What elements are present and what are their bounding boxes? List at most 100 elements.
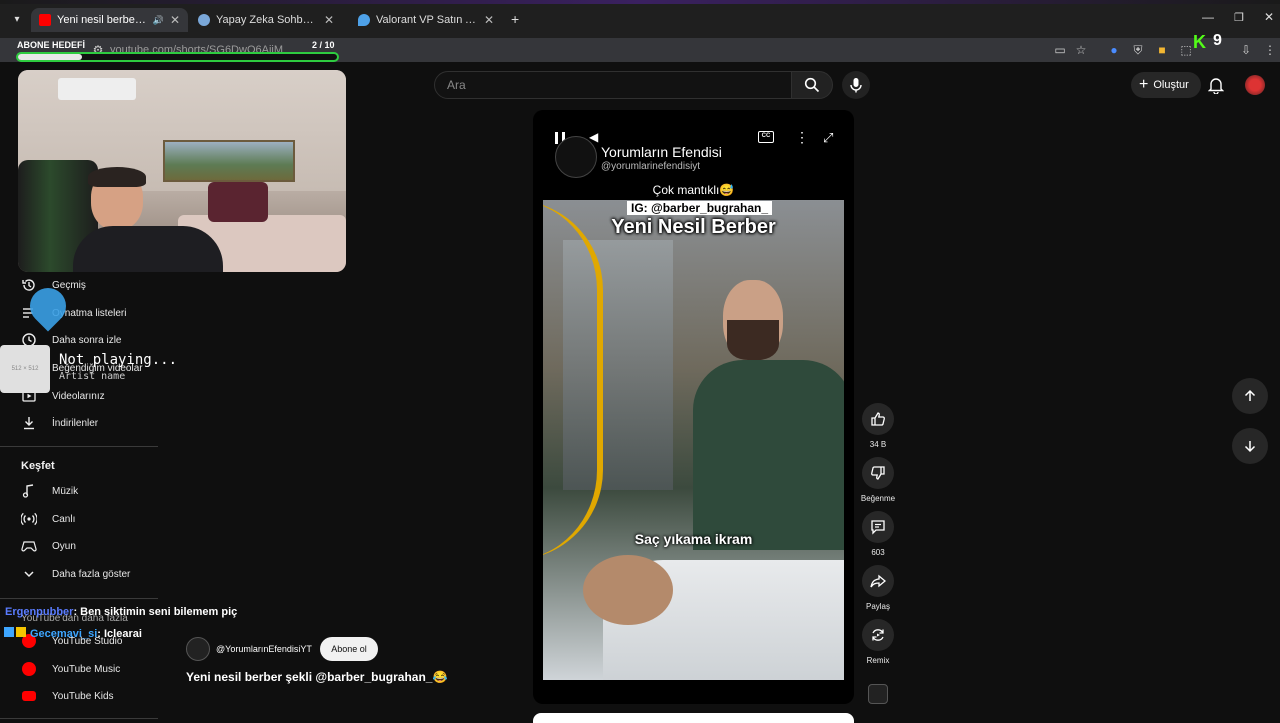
- browser-menu-icon[interactable]: ⋮: [1262, 42, 1278, 58]
- channel-handle: @yorumlarinefendisiyt: [601, 161, 701, 172]
- sound-source-avatar[interactable]: [868, 684, 888, 704]
- download-icon: [20, 414, 38, 432]
- thumb-down-icon: [871, 466, 885, 480]
- video-client-head: [583, 555, 673, 625]
- chat-username: Ergenpubber: [5, 606, 74, 618]
- extension-yellow-icon[interactable]: ■: [1154, 42, 1170, 58]
- search-box[interactable]: [434, 71, 792, 99]
- sidebar-divider: [0, 718, 158, 719]
- arrow-down-icon: [1244, 441, 1256, 453]
- top-accent-strip: [0, 0, 1280, 4]
- close-window-icon[interactable]: ✕: [1264, 10, 1274, 24]
- tab-search-button[interactable]: ▾: [8, 12, 26, 28]
- music-album-art: 512 × 512: [0, 345, 50, 393]
- sidebar-item-downloads[interactable]: İndirilenler: [20, 411, 98, 435]
- create-button[interactable]: + Oluştur: [1131, 72, 1201, 98]
- bookmark-star-icon[interactable]: ☆: [1073, 42, 1089, 58]
- channel-name: Yorumların Efendisi: [601, 144, 722, 160]
- plus-icon: +: [1139, 76, 1149, 93]
- tab-valorant[interactable]: Valorant VP Satın Al - En Ucuz VP ✕: [350, 8, 502, 32]
- captions-icon[interactable]: CC: [758, 131, 774, 143]
- sidebar-item-label: YouTube Music: [52, 663, 121, 675]
- owner-avatar[interactable]: [186, 637, 210, 661]
- sidebar-item-label: Videolarınız: [52, 390, 105, 402]
- video-caption-top: Çok mantıklı😅: [652, 183, 735, 197]
- sidebar-item-live[interactable]: Canlı: [20, 507, 75, 531]
- subscriber-goal-count: 2 / 10: [312, 40, 335, 50]
- video-subtitle-overlay: Saç yıkama ikram: [634, 531, 753, 547]
- downloads-icon[interactable]: ⇩: [1238, 42, 1254, 58]
- search-input[interactable]: [435, 72, 791, 98]
- more-options-icon[interactable]: ⋮: [795, 129, 809, 146]
- previous-short-button[interactable]: [1232, 378, 1268, 414]
- youtube-favicon-icon: [39, 14, 51, 26]
- extension-shield-icon[interactable]: ⛨: [1130, 42, 1146, 58]
- sidebar-item-music[interactable]: Müzik: [20, 479, 78, 503]
- sidebar-divider: [0, 446, 158, 447]
- new-tab-icon[interactable]: +: [511, 11, 519, 27]
- sidebar-item-label: Müzik: [52, 485, 79, 497]
- globe-favicon-icon: [198, 14, 210, 26]
- speaker-icon: 🔊: [152, 14, 164, 25]
- sidebar-item-label: Geçmiş: [52, 279, 86, 291]
- subscribe-button[interactable]: Abone ol: [320, 637, 378, 661]
- music-artist: Artist name: [59, 371, 126, 382]
- sidebar-item-label: Daha fazla göster: [52, 568, 131, 580]
- video-ig-tag: IG: @barber_bugrahan_: [627, 201, 773, 215]
- sidebar-item-youtube-music[interactable]: YouTube Music: [20, 657, 120, 681]
- sidebar-divider: [0, 598, 158, 599]
- create-label: Oluştur: [1153, 79, 1189, 91]
- explore-heading: Keşfet: [21, 460, 55, 472]
- arrow-up-icon: [1244, 389, 1256, 401]
- comments-button[interactable]: [862, 511, 894, 543]
- cast-icon[interactable]: ▭: [1052, 42, 1068, 58]
- kick-logo-icon: K: [1193, 32, 1206, 52]
- chevron-down-icon: [20, 565, 38, 583]
- chat-text: : Ben siktimin seni bilemem piç: [73, 606, 238, 618]
- sidebar-item-gaming[interactable]: Oyun: [20, 534, 76, 558]
- close-tab-icon[interactable]: ✕: [484, 13, 494, 27]
- like-button[interactable]: [862, 403, 894, 435]
- remix-icon: [872, 629, 884, 641]
- thumb-up-icon: [871, 412, 885, 426]
- comment-count: 603: [871, 548, 885, 557]
- comment-icon: [871, 520, 885, 535]
- minimize-icon[interactable]: —: [1202, 10, 1214, 24]
- webcam-person: [73, 167, 223, 272]
- video-frame[interactable]: IG: @barber_bugrahan_ Yeni Nesil Berber …: [543, 200, 844, 680]
- voice-search-button[interactable]: [842, 71, 870, 99]
- account-avatar[interactable]: [1245, 75, 1265, 95]
- sidebar-item-label: Canlı: [52, 513, 76, 525]
- close-tab-icon[interactable]: ✕: [170, 13, 180, 27]
- music-icon: [20, 482, 38, 500]
- live-icon: [20, 510, 38, 528]
- game-icon: [20, 537, 38, 555]
- owner-handle[interactable]: @YorumlarınEfendisiYT: [216, 644, 312, 654]
- shorts-player[interactable]: ◀ CC ⋮ ⤢ Yorumların Efendisi @yorumlarin…: [533, 110, 854, 704]
- share-icon: [870, 574, 886, 588]
- restore-icon[interactable]: ❐: [1234, 11, 1244, 24]
- webcam-overlay: [18, 70, 346, 272]
- next-short-button[interactable]: [1232, 428, 1268, 464]
- tab-youtube-short[interactable]: Yeni nesil berber şekli @barber_bugrahan…: [31, 8, 188, 32]
- tab-ai-chat[interactable]: Yapay Zeka Sohbet - MissXss AI ✕: [190, 8, 342, 32]
- sidebar-show-more[interactable]: Daha fazla göster: [20, 562, 130, 586]
- subscriber-goal-label: ABONE HEDEFİ: [17, 40, 86, 50]
- channel-logo: [555, 136, 597, 178]
- extensions-puzzle-icon[interactable]: ⬚: [1178, 42, 1194, 58]
- share-label: Paylaş: [865, 602, 890, 611]
- chat-username: Gecemavi_si: [30, 628, 98, 640]
- remix-button[interactable]: [862, 619, 894, 651]
- extension-blue-icon[interactable]: ●: [1106, 42, 1122, 58]
- sidebar-item-youtube-kids[interactable]: YouTube Kids: [20, 684, 114, 708]
- like-count: 34 B: [869, 440, 887, 449]
- notifications-bell-icon[interactable]: [1207, 76, 1225, 99]
- fullscreen-icon[interactable]: ⤢: [823, 130, 833, 146]
- dislike-button[interactable]: [862, 457, 894, 489]
- sidebar-item-label: YouTube Kids: [52, 690, 114, 702]
- close-tab-icon[interactable]: ✕: [324, 13, 334, 27]
- search-button[interactable]: [791, 71, 833, 99]
- share-button[interactable]: [862, 565, 894, 597]
- youtube-music-icon: [20, 660, 38, 678]
- sidebar-item-label: İndirilenler: [52, 417, 99, 429]
